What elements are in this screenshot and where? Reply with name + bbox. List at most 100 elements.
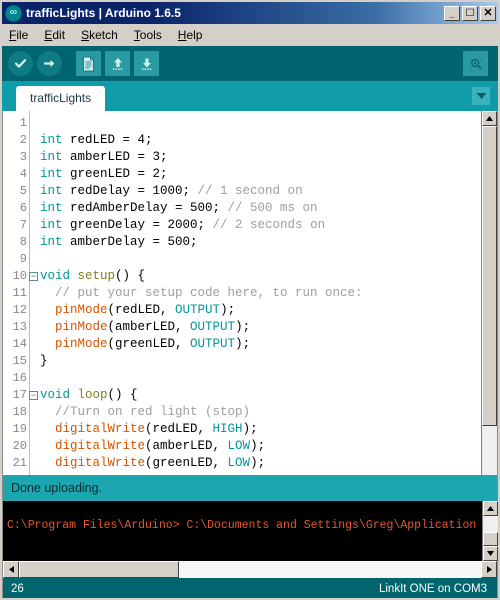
- menu-tools[interactable]: Tools: [133, 26, 170, 44]
- editor-scroll-track[interactable]: [482, 426, 497, 475]
- minimize-icon: _: [449, 8, 455, 19]
- code-line: pinMode(amberLED, OUTPUT);: [40, 319, 481, 336]
- line-number: 7: [19, 218, 27, 232]
- open-sketch-button[interactable]: [105, 51, 130, 76]
- console-output[interactable]: C:\Program Files\Arduino> C:\Documents a…: [2, 501, 498, 561]
- menu-sketch-rest: ketch: [89, 28, 118, 42]
- console-scroll-track[interactable]: [483, 516, 498, 532]
- code-token: redDelay = 1000;: [62, 184, 198, 198]
- code-token: pinMode: [55, 337, 108, 351]
- new-sketch-button[interactable]: [76, 51, 101, 76]
- toolbar: [2, 46, 498, 81]
- code-line: digitalWrite(redLED, HIGH);: [40, 421, 481, 438]
- menu-file[interactable]: File: [8, 26, 36, 44]
- code-line: void setup() {: [40, 268, 481, 285]
- menu-sketch[interactable]: Sketch: [80, 26, 126, 44]
- line-number: 3: [19, 150, 27, 164]
- tab-menu-button[interactable]: [472, 87, 490, 105]
- code-token: // put your setup code here, to run once…: [40, 286, 363, 300]
- close-icon: ✕: [483, 6, 493, 19]
- maximize-button[interactable]: ☐: [462, 5, 478, 21]
- magnifier-serial-monitor-icon: [469, 58, 482, 69]
- code-line: digitalWrite(amberLED, LOW);: [40, 438, 481, 455]
- line-number: 16: [12, 371, 27, 385]
- code-token: void: [40, 269, 71, 283]
- code-token: int: [40, 235, 63, 249]
- menu-tools-rest: ools: [139, 28, 162, 42]
- console-scroll-thumb[interactable]: [483, 532, 498, 546]
- code-token: digitalWrite: [55, 422, 146, 436]
- code-token: pinMode: [55, 320, 108, 334]
- serial-monitor-button[interactable]: [463, 51, 488, 76]
- code-token: loop: [77, 388, 108, 402]
- code-token: // 1 second on: [197, 184, 303, 198]
- scroll-up-button[interactable]: [482, 111, 497, 126]
- line-number: 11: [12, 286, 27, 300]
- line-number: 14: [12, 337, 27, 351]
- code-token: int: [40, 218, 63, 232]
- line-number: 1: [19, 116, 27, 130]
- tab-trafficlights[interactable]: trafficLights: [16, 86, 106, 111]
- line-number: 4: [19, 167, 27, 181]
- editor-scroll-thumb[interactable]: [482, 126, 497, 426]
- code-line: pinMode(redLED, OUTPUT);: [40, 302, 481, 319]
- console-horizontal-scrollbar[interactable]: [2, 561, 498, 578]
- editor-vertical-scrollbar[interactable]: [481, 111, 497, 475]
- scroll-left-button[interactable]: [3, 561, 19, 578]
- code-token: greenLED = 2;: [62, 167, 168, 181]
- save-sketch-button[interactable]: [134, 51, 159, 76]
- horizontal-scroll-thumb[interactable]: [19, 561, 179, 578]
- arduino-ide-window: ∞ trafficLights | Arduino 1.6.5 _ ☐ ✕ Fi…: [0, 0, 500, 600]
- chevron-down-icon: [476, 93, 486, 99]
- code-token: // 2 seconds on: [212, 218, 326, 232]
- code-token: (redLED,: [107, 303, 176, 317]
- verify-button[interactable]: [8, 51, 33, 76]
- right-arrow-icon: [43, 60, 55, 67]
- console-scroll-up-button[interactable]: [483, 501, 498, 516]
- code-token: (redLED,: [145, 422, 213, 436]
- line-number: 2: [19, 133, 27, 147]
- new-document-icon: [83, 56, 94, 71]
- console-text: C:\Program Files\Arduino> C:\Documents a…: [3, 501, 482, 561]
- triangle-right-icon: [486, 566, 492, 573]
- minimize-button[interactable]: _: [444, 5, 460, 21]
- menu-edit[interactable]: Edit: [43, 26, 73, 44]
- scroll-right-button[interactable]: [481, 561, 497, 578]
- console-line-1: C:\Program Files\Arduino> C:\Documents a…: [7, 519, 477, 532]
- menu-help[interactable]: Help: [177, 26, 211, 44]
- window-title: trafficLights | Arduino 1.6.5: [26, 6, 181, 20]
- code-area[interactable]: int redLED = 4; int amberLED = 3; int gree…: [30, 111, 481, 475]
- line-number: 8: [19, 235, 27, 249]
- code-token: pinMode: [55, 303, 108, 317]
- line-number: 10−: [12, 269, 38, 283]
- upload-button[interactable]: [37, 51, 62, 76]
- line-number: 13: [12, 320, 27, 334]
- line-number: 21: [12, 456, 27, 470]
- line-number: 20: [12, 439, 27, 453]
- board-port-info: LinkIt ONE on COM3: [378, 583, 487, 595]
- line-number: 12: [12, 303, 27, 317]
- line-number: 19: [12, 422, 27, 436]
- horizontal-scroll-track[interactable]: [179, 561, 481, 578]
- code-token: );: [235, 337, 251, 351]
- code-line: int greenLED = 2;: [40, 166, 481, 183]
- close-button[interactable]: ✕: [480, 5, 496, 21]
- checkmark-icon: [14, 59, 27, 68]
- tab-strip: trafficLights: [2, 81, 498, 111]
- window-controls: _ ☐ ✕: [444, 5, 496, 21]
- code-line: int greenDelay = 2000; // 2 seconds on: [40, 217, 481, 234]
- arduino-infinity-logo-icon: ∞: [5, 4, 22, 22]
- code-line: int redLED = 4;: [40, 132, 481, 149]
- menu-edit-rest: dit: [52, 28, 66, 42]
- console-scroll-down-button[interactable]: [483, 546, 498, 561]
- console-vertical-scrollbar[interactable]: [482, 501, 498, 561]
- code-line: //Turn on red light (stop): [40, 404, 481, 421]
- code-token: int: [40, 150, 63, 164]
- code-token: amberLED = 3;: [62, 150, 168, 164]
- code-editor[interactable]: 1 2 3 4 5 6 7 8 9 10−11 12 13 14 15 16 17−18 19 20 21 int …: [2, 111, 498, 475]
